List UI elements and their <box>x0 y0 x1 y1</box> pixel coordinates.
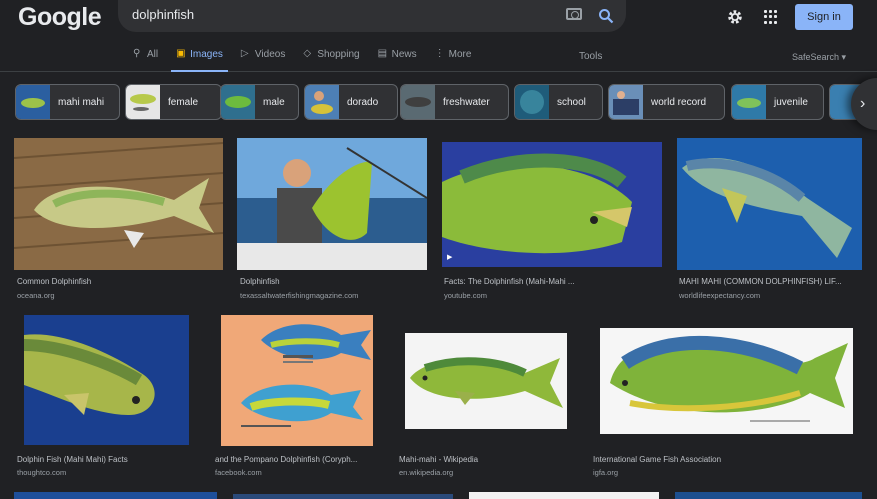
search-tabs: ⚲ All ▣ Images ▷ Videos ◇ Shopping ▤ New… <box>128 44 484 72</box>
chip-dorado[interactable]: dorado <box>304 84 398 120</box>
chip-label: school <box>557 96 586 108</box>
result-title[interactable]: Dolphinfish <box>240 277 280 286</box>
tag-icon: ◇ <box>303 48 312 59</box>
result-site: igfa.org <box>593 468 619 477</box>
chip-thumbnail <box>515 85 549 119</box>
chip-juvenile[interactable]: juvenile <box>731 84 824 120</box>
result-thumbnail[interactable] <box>600 328 853 434</box>
image-result-partial[interactable] <box>675 492 862 499</box>
chip-label: mahi mahi <box>58 96 105 108</box>
apps-icon[interactable] <box>764 10 778 24</box>
chip-label: dorado <box>347 96 379 108</box>
image-result-partial[interactable] <box>469 492 659 499</box>
result-site: en.wikipedia.org <box>399 468 454 477</box>
camera-icon[interactable] <box>566 8 582 20</box>
result-title[interactable]: and the Pompano Dolphinfish (Coryph... <box>215 455 357 464</box>
result-site: worldlifeexpectancy.com <box>679 291 761 300</box>
image-result-partial[interactable] <box>233 494 453 499</box>
more-vert-icon: ⋮ <box>434 48 445 59</box>
result-site: youtube.com <box>444 291 487 300</box>
safesearch-label: SafeSearch <box>792 52 840 62</box>
chip-thumbnail <box>401 85 435 119</box>
chip-label: world record <box>651 96 707 108</box>
chip-label: freshwater <box>443 96 490 108</box>
result-site: facebook.com <box>215 468 262 477</box>
chip-world-record[interactable]: world record <box>608 84 725 120</box>
image-result-partial[interactable] <box>14 492 217 499</box>
safesearch-button[interactable]: SafeSearch ▾ <box>792 52 846 63</box>
result-title[interactable]: Common Dolphinfish <box>17 277 91 286</box>
tab-label: Shopping <box>317 49 360 60</box>
result-title[interactable]: Mahi-mahi - Wikipedia <box>399 455 478 464</box>
tab-videos[interactable]: ▷ Videos <box>236 44 290 72</box>
chip-thumbnail <box>609 85 643 119</box>
tab-label: Videos <box>254 49 286 60</box>
play-icon: ▶ <box>447 254 453 261</box>
video-icon: ▷ <box>240 48 249 59</box>
result-title[interactable]: Facts: The Dolphinfish (Mahi-Mahi ... <box>444 277 575 286</box>
image-icon: ▣ <box>176 48 186 59</box>
tab-label: Images <box>190 49 223 60</box>
result-site: oceana.org <box>17 291 55 300</box>
chip-thumbnail <box>221 85 255 119</box>
google-logo[interactable]: Google <box>18 3 102 32</box>
chip-school[interactable]: school <box>514 84 603 120</box>
tab-all[interactable]: ⚲ All <box>128 44 163 72</box>
related-searches-chips: mahi mahi female male dorado freshwater … <box>15 84 877 120</box>
news-icon: ▤ <box>377 48 388 59</box>
chip-freshwater[interactable]: freshwater <box>400 84 509 120</box>
result-thumbnail[interactable] <box>405 333 567 429</box>
tools-button[interactable]: Tools <box>579 51 602 62</box>
chip-thumbnail <box>16 85 50 119</box>
result-thumbnail[interactable] <box>237 138 427 270</box>
chip-label: juvenile <box>774 96 808 108</box>
sign-in-button[interactable]: Sign in <box>795 4 853 30</box>
search-icon[interactable] <box>598 8 614 24</box>
gear-icon[interactable] <box>726 8 744 26</box>
tab-shopping[interactable]: ◇ Shopping <box>298 44 364 72</box>
tab-label: All <box>147 49 159 60</box>
chip-mahi-mahi[interactable]: mahi mahi <box>15 84 120 120</box>
chip-female[interactable]: female <box>125 84 222 120</box>
chip-thumbnail <box>732 85 766 119</box>
chip-label: male <box>263 96 285 108</box>
chip-male[interactable]: male <box>220 84 299 120</box>
search-input[interactable] <box>132 7 542 22</box>
result-thumbnail[interactable] <box>677 138 862 270</box>
chip-thumbnail <box>305 85 339 119</box>
header: Google Sign in ⚲ All ▣ Images ▷ Videos <box>0 0 877 72</box>
result-thumbnail[interactable] <box>442 142 662 267</box>
search-icon: ⚲ <box>133 48 141 59</box>
tab-more[interactable]: ⋮ More <box>430 44 477 72</box>
result-thumbnail[interactable] <box>221 315 373 446</box>
result-title[interactable]: International Game Fish Association <box>593 455 721 464</box>
search-box[interactable] <box>118 0 626 32</box>
tab-label: More <box>448 49 472 60</box>
result-thumbnail[interactable] <box>14 138 223 270</box>
chip-label: female <box>168 96 199 108</box>
result-site: thoughtco.com <box>17 468 67 477</box>
result-site: texassaltwaterfishingmagazine.com <box>240 291 359 300</box>
tab-images[interactable]: ▣ Images <box>171 44 228 72</box>
tab-news[interactable]: ▤ News <box>373 44 422 72</box>
result-title[interactable]: MAHI MAHI (COMMON DOLPHINFISH) LIF... <box>679 277 842 286</box>
result-thumbnail[interactable] <box>24 315 189 445</box>
tab-label: News <box>391 49 417 60</box>
chip-thumbnail <box>126 85 160 119</box>
result-title[interactable]: Dolphin Fish (Mahi Mahi) Facts <box>17 455 128 464</box>
